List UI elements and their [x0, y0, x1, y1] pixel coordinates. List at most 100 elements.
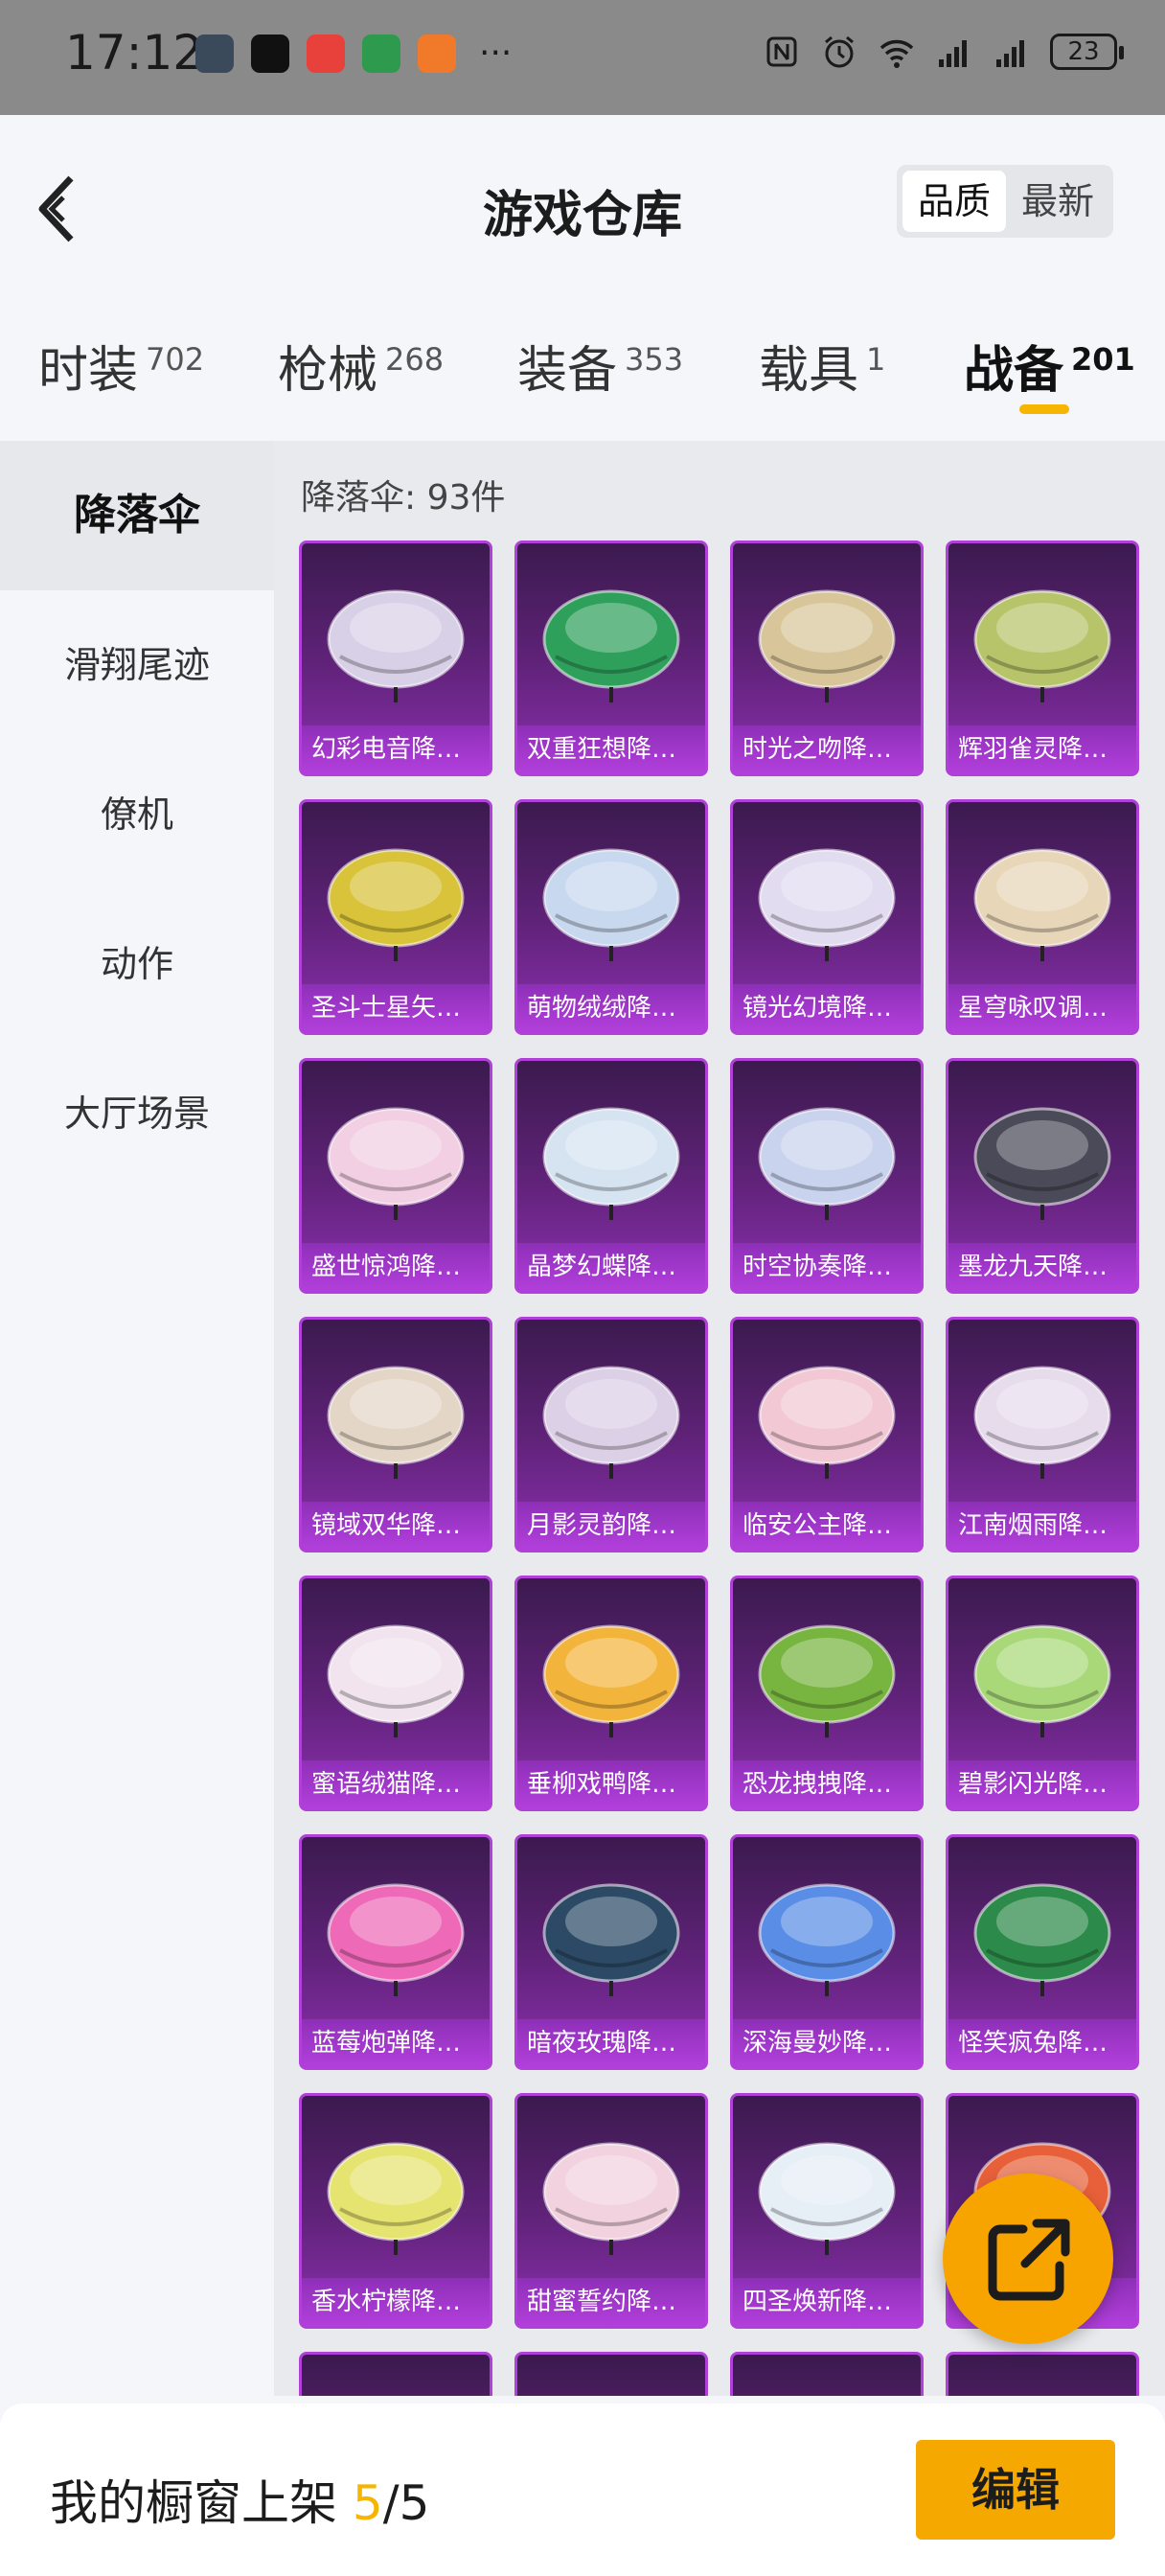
parachute-icon: [542, 1883, 680, 1996]
item-name: 暗夜玫瑰降…: [517, 2019, 705, 2067]
tab-firearms[interactable]: 枪械 268: [278, 330, 444, 402]
item-card[interactable]: 恐龙拽拽降…: [730, 1576, 924, 1811]
sidebar-item-lobby-scene[interactable]: 大厅场景: [0, 1039, 274, 1188]
item-card[interactable]: 镜域双华降…: [299, 1317, 492, 1552]
item-card[interactable]: 晶梦幻蝶降…: [514, 1058, 708, 1294]
item-card[interactable]: 蜜语绒猫降…: [299, 1576, 492, 1811]
parachute-icon: [517, 2355, 705, 2396]
sort-latest-button[interactable]: 最新: [1006, 171, 1109, 232]
battery-icon: 23: [1050, 34, 1124, 70]
tab-label: 载具: [759, 342, 859, 400]
parachute-icon: [302, 2355, 490, 2396]
item-card[interactable]: 盛世惊鸿降…: [299, 1058, 492, 1294]
share-button[interactable]: [943, 2174, 1113, 2344]
game-app-icon: [195, 34, 234, 73]
tab-fashion[interactable]: 时装 702: [38, 330, 204, 402]
more-notifications-icon: ···: [479, 34, 513, 73]
item-name: 恐龙拽拽降…: [733, 1760, 921, 1808]
parachute-icon: [973, 1366, 1111, 1479]
parachute-icon: [327, 1107, 465, 1220]
parachute-icon: [973, 589, 1111, 702]
item-card[interactable]: [299, 2352, 492, 2396]
parachute-icon: [733, 2355, 921, 2396]
item-card[interactable]: 深海曼妙降…: [730, 1834, 924, 2070]
item-card[interactable]: 江南烟雨降…: [946, 1317, 1139, 1552]
parachute-icon: [758, 848, 896, 961]
item-name: 怪笑疯兔降…: [948, 2019, 1136, 2067]
item-card[interactable]: 四圣焕新降…: [730, 2093, 924, 2329]
item-card[interactable]: 临安公主降…: [730, 1317, 924, 1552]
parachute-icon: [973, 1624, 1111, 1737]
nfc-icon: [766, 36, 797, 67]
item-name: 临安公主降…: [733, 1502, 921, 1550]
parachute-icon: [327, 2142, 465, 2255]
tab-label: 枪械: [278, 342, 378, 400]
item-card[interactable]: 圣斗士星矢…: [299, 799, 492, 1035]
item-card[interactable]: 甜蜜誓约降…: [514, 2093, 708, 2329]
item-name: 四圣焕新降…: [733, 2278, 921, 2326]
item-card[interactable]: 辉羽雀灵降…: [946, 540, 1139, 776]
alarm-icon: [825, 35, 854, 68]
item-card[interactable]: 萌物绒绒降…: [514, 799, 708, 1035]
tab-count: 353: [625, 340, 684, 378]
status-bar: 17:12 ··· 23: [0, 0, 1165, 115]
wifi-icon: [879, 39, 914, 68]
item-card[interactable]: 时空协奏降…: [730, 1058, 924, 1294]
showcase-total: /5: [382, 2475, 430, 2531]
tab-combat-gear[interactable]: 战备 201: [964, 330, 1135, 402]
item-card[interactable]: 双重狂想降…: [514, 540, 708, 776]
item-name: 幻彩电音降…: [302, 725, 490, 773]
parachute-icon: [758, 1366, 896, 1479]
sort-quality-button[interactable]: 品质: [902, 171, 1006, 232]
item-name: 深海曼妙降…: [733, 2019, 921, 2067]
item-card[interactable]: 镜光幻境降…: [730, 799, 924, 1035]
item-card[interactable]: 墨龙九天降…: [946, 1058, 1139, 1294]
sidebar-item-glide-trail[interactable]: 滑翔尾迹: [0, 590, 274, 740]
showcase-bar: 我的橱窗上架 5/5 编辑: [0, 2404, 1165, 2576]
item-name: 圣斗士星矢…: [302, 984, 490, 1032]
item-card[interactable]: 时光之吻降…: [730, 540, 924, 776]
item-name: 时空协奏降…: [733, 1243, 921, 1291]
item-card[interactable]: [514, 2352, 708, 2396]
sub-category-sidebar: 降落伞 滑翔尾迹 僚机 动作 大厅场景: [0, 441, 274, 2396]
tab-vehicles[interactable]: 载具 1: [759, 330, 885, 402]
item-card[interactable]: 怪笑疯兔降…: [946, 1834, 1139, 2070]
item-card[interactable]: 月影灵韵降…: [514, 1317, 708, 1552]
parachute-icon: [973, 1107, 1111, 1220]
parachute-icon: [327, 1624, 465, 1737]
message-app-icon: [307, 34, 345, 73]
sidebar-item-parachute[interactable]: 降落伞: [0, 441, 274, 590]
item-card[interactable]: 香水柠檬降…: [299, 2093, 492, 2329]
signal-1-icon: [939, 40, 967, 67]
item-list-panel: 降落伞: 93件 幻彩电音降… 双重狂想降… 时光之吻降… 辉羽雀灵降… 圣斗士星矢… 萌…: [274, 441, 1165, 2396]
item-name: 墨龙九天降…: [948, 1243, 1136, 1291]
item-card[interactable]: 星穹咏叹调…: [946, 799, 1139, 1035]
item-card[interactable]: 蓝莓炮弹降…: [299, 1834, 492, 2070]
edit-button[interactable]: 编辑: [916, 2440, 1115, 2540]
parachute-icon: [542, 1624, 680, 1737]
showcase-status: 我的橱窗上架 5/5: [50, 2465, 429, 2534]
sidebar-item-wingman[interactable]: 僚机: [0, 740, 274, 889]
item-name: 晶梦幻蝶降…: [517, 1243, 705, 1291]
item-card[interactable]: 暗夜玫瑰降…: [514, 1834, 708, 2070]
parachute-icon: [327, 1366, 465, 1479]
sidebar-item-emote[interactable]: 动作: [0, 889, 274, 1039]
parachute-icon: [542, 1366, 680, 1479]
item-card[interactable]: 幻彩电音降…: [299, 540, 492, 776]
page-header: 游戏仓库 品质 最新: [0, 115, 1165, 288]
item-name: 蓝莓炮弹降…: [302, 2019, 490, 2067]
showcase-label: 我的橱窗上架: [50, 2475, 353, 2531]
parachute-icon: [758, 1624, 896, 1737]
showcase-count: 5: [352, 2475, 383, 2531]
tab-count: 268: [385, 340, 445, 378]
item-name: 碧影闪光降…: [948, 1760, 1136, 1808]
item-card[interactable]: [730, 2352, 924, 2396]
item-card[interactable]: 碧影闪光降…: [946, 1576, 1139, 1811]
item-name: 星穹咏叹调…: [948, 984, 1136, 1032]
item-name: 双重狂想降…: [517, 725, 705, 773]
notification-icons: ···: [195, 34, 512, 73]
item-name: 月影灵韵降…: [517, 1502, 705, 1550]
item-card[interactable]: [946, 2352, 1139, 2396]
tab-equipment[interactable]: 装备 353: [517, 330, 683, 402]
item-card[interactable]: 垂柳戏鸭降…: [514, 1576, 708, 1811]
